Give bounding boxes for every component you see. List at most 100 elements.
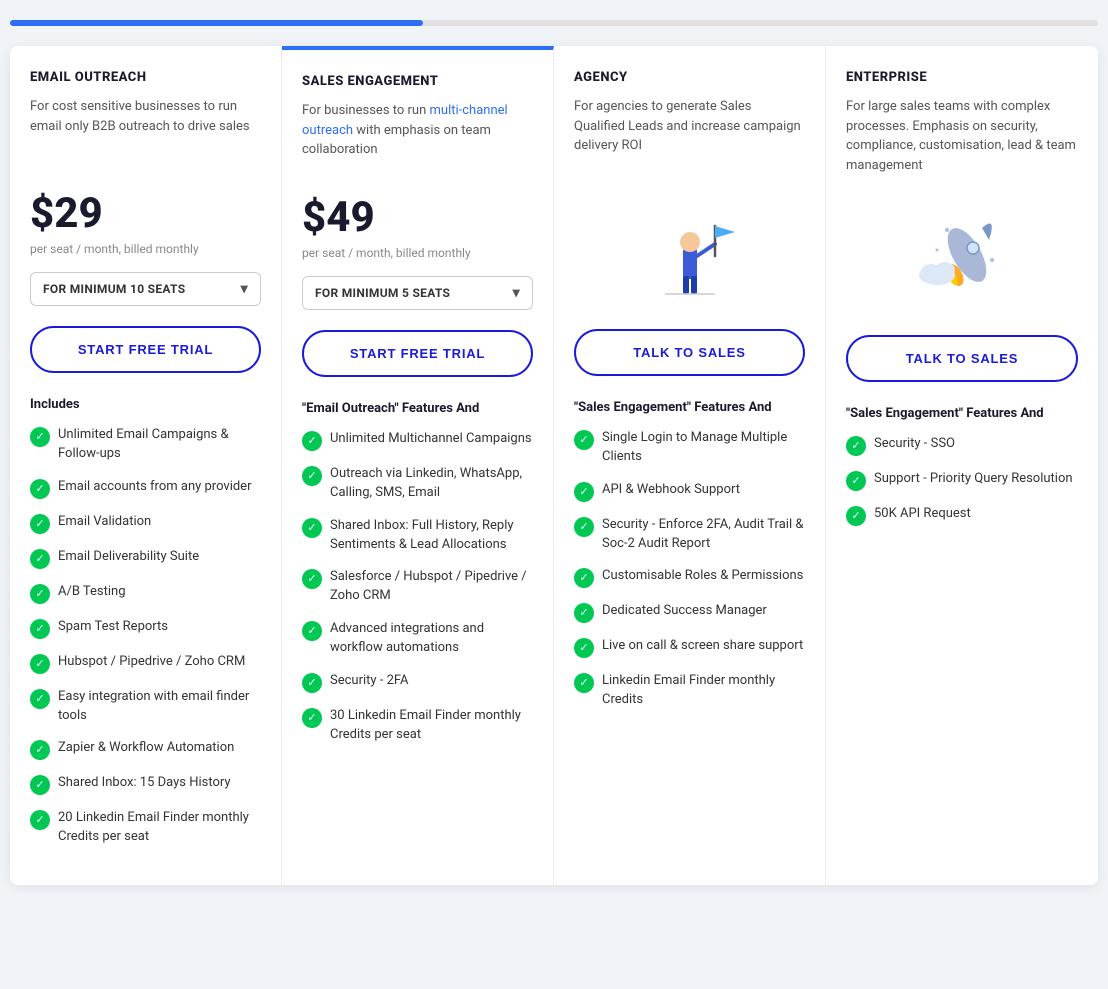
feature-item: ✓ Email Deliverability Suite [30, 548, 261, 569]
plan-name-email-outreach: EMAIL OUTREACH [30, 70, 261, 85]
feature-text: Shared Inbox: Full History, Reply Sentim… [330, 517, 533, 555]
feature-text: Easy integration with email finder tools [58, 688, 261, 726]
feature-item: ✓ Outreach via Linkedin, WhatsApp, Calli… [302, 465, 533, 503]
check-icon: ✓ [302, 569, 322, 589]
progress-bar [10, 20, 1098, 26]
feature-item: ✓ Shared Inbox: 15 Days History [30, 774, 261, 795]
illustration-enterprise [846, 195, 1078, 315]
check-icon: ✓ [574, 638, 594, 658]
check-icon: ✓ [846, 436, 866, 456]
feature-item: ✓ Advanced integrations and workflow aut… [302, 620, 533, 658]
feature-list-enterprise: ✓ Security - SSO ✓ Support - Priority Qu… [846, 435, 1078, 526]
features-heading-sales-engagement: "Email Outreach" Features And [302, 401, 533, 416]
feature-item: ✓ Security - SSO [846, 435, 1078, 456]
feature-item: ✓ 20 Linkedin Email Finder monthly Credi… [30, 809, 261, 847]
features-heading-email-outreach: Includes [30, 397, 261, 412]
cta-button-agency[interactable]: TALK TO SALES [574, 329, 805, 376]
check-icon: ✓ [30, 479, 50, 499]
feature-text: Salesforce / Hubspot / Pipedrive / Zoho … [330, 568, 533, 606]
feature-text: Support - Priority Query Resolution [874, 470, 1073, 489]
seats-label-sales-engagement: FOR MINIMUM 5 SEATS [315, 286, 450, 300]
illustration-agency [574, 189, 805, 309]
feature-list-agency: ✓ Single Login to Manage Multiple Client… [574, 429, 805, 710]
plan-price-sub-sales-engagement: per seat / month, billed monthly [302, 246, 533, 260]
seats-select-email-outreach[interactable]: FOR MINIMUM 10 SEATS ▾ [30, 272, 261, 306]
feature-text: Email Deliverability Suite [58, 548, 199, 567]
check-icon: ✓ [574, 482, 594, 502]
check-icon: ✓ [846, 471, 866, 491]
feature-item: ✓ Linkedin Email Finder monthly Credits [574, 672, 805, 710]
plan-col-enterprise: ENTERPRISEFor large sales teams with com… [826, 46, 1098, 885]
features-heading-agency: "Sales Engagement" Features And [574, 400, 805, 415]
check-icon: ✓ [30, 689, 50, 709]
plan-price-email-outreach: $29 [30, 189, 261, 238]
feature-text: Customisable Roles & Permissions [602, 567, 803, 586]
feature-item: ✓ Dedicated Success Manager [574, 602, 805, 623]
plan-col-email-outreach: EMAIL OUTREACHFor cost sensitive busines… [10, 46, 282, 885]
multilink[interactable]: multi-channel outreach [302, 103, 508, 138]
chevron-down-icon: ▾ [241, 281, 248, 297]
check-icon: ✓ [302, 431, 322, 451]
feature-text: Advanced integrations and workflow autom… [330, 620, 533, 658]
feature-text: Dedicated Success Manager [602, 602, 767, 621]
feature-text: 20 Linkedin Email Finder monthly Credits… [58, 809, 261, 847]
feature-list-email-outreach: ✓ Unlimited Email Campaigns & Follow-ups… [30, 426, 261, 847]
check-icon: ✓ [574, 603, 594, 623]
check-icon: ✓ [574, 517, 594, 537]
plan-col-agency: AGENCY For agencies to generate Sales Qua… [554, 46, 826, 885]
progress-bar-fill [10, 20, 423, 26]
plan-price-sub-email-outreach: per seat / month, billed monthly [30, 242, 261, 256]
check-icon: ✓ [846, 506, 866, 526]
feature-item: ✓ Salesforce / Hubspot / Pipedrive / Zoh… [302, 568, 533, 606]
check-icon: ✓ [302, 466, 322, 486]
feature-item: ✓ Customisable Roles & Permissions [574, 567, 805, 588]
plan-name-agency: AGENCY [574, 70, 805, 85]
feature-text: Unlimited Multichannel Campaigns [330, 430, 532, 449]
feature-text: Single Login to Manage Multiple Clients [602, 429, 805, 467]
check-icon: ✓ [574, 568, 594, 588]
cta-button-enterprise[interactable]: TALK TO SALES [846, 335, 1078, 382]
feature-item: ✓ Hubspot / Pipedrive / Zoho CRM [30, 653, 261, 674]
seats-label-email-outreach: FOR MINIMUM 10 SEATS [43, 282, 185, 296]
cta-button-email-outreach[interactable]: START FREE TRIAL [30, 326, 261, 373]
feature-item: ✓ 30 Linkedin Email Finder monthly Credi… [302, 707, 533, 745]
cta-button-sales-engagement[interactable]: START FREE TRIAL [302, 330, 533, 377]
check-icon: ✓ [30, 654, 50, 674]
check-icon: ✓ [30, 427, 50, 447]
page-wrapper: EMAIL OUTREACHFor cost sensitive busines… [0, 0, 1108, 905]
feature-text: 30 Linkedin Email Finder monthly Credits… [330, 707, 533, 745]
feature-text: Spam Test Reports [58, 618, 168, 637]
feature-item: ✓ Unlimited Email Campaigns & Follow-ups [30, 426, 261, 464]
check-icon: ✓ [302, 621, 322, 641]
feature-item: ✓ 50K API Request [846, 505, 1078, 526]
seats-select-sales-engagement[interactable]: FOR MINIMUM 5 SEATS ▾ [302, 276, 533, 310]
feature-item: ✓ Live on call & screen share support [574, 637, 805, 658]
feature-text: Security - SSO [874, 435, 955, 454]
feature-list-sales-engagement: ✓ Unlimited Multichannel Campaigns ✓ Out… [302, 430, 533, 744]
feature-text: 50K API Request [874, 505, 971, 524]
plan-desc-enterprise: For large sales teams with complex proce… [846, 97, 1078, 175]
check-icon: ✓ [30, 619, 50, 639]
plan-desc-sales-engagement: For businesses to run multi-channel outr… [302, 101, 533, 173]
feature-item: ✓ A/B Testing [30, 583, 261, 604]
feature-item: ✓ Support - Priority Query Resolution [846, 470, 1078, 491]
plan-desc-agency: For agencies to generate Sales Qualified… [574, 97, 805, 169]
feature-text: Email Validation [58, 513, 151, 532]
plan-price-sales-engagement: $49 [302, 193, 533, 242]
features-heading-enterprise: "Sales Engagement" Features And [846, 406, 1078, 421]
check-icon: ✓ [30, 549, 50, 569]
feature-item: ✓ API & Webhook Support [574, 481, 805, 502]
check-icon: ✓ [30, 514, 50, 534]
check-icon: ✓ [30, 810, 50, 830]
feature-item: ✓ Single Login to Manage Multiple Client… [574, 429, 805, 467]
feature-text: Zapier & Workflow Automation [58, 739, 234, 758]
feature-text: Hubspot / Pipedrive / Zoho CRM [58, 653, 245, 672]
feature-text: API & Webhook Support [602, 481, 740, 500]
feature-text: Linkedin Email Finder monthly Credits [602, 672, 805, 710]
plans-grid: EMAIL OUTREACHFor cost sensitive busines… [10, 46, 1098, 885]
plan-col-sales-engagement: SALES ENGAGEMENTFor businesses to run mu… [282, 46, 554, 885]
check-icon: ✓ [302, 708, 322, 728]
feature-item: ✓ Shared Inbox: Full History, Reply Sent… [302, 517, 533, 555]
feature-text: Security - Enforce 2FA, Audit Trail & So… [602, 516, 805, 554]
feature-item: ✓ Zapier & Workflow Automation [30, 739, 261, 760]
